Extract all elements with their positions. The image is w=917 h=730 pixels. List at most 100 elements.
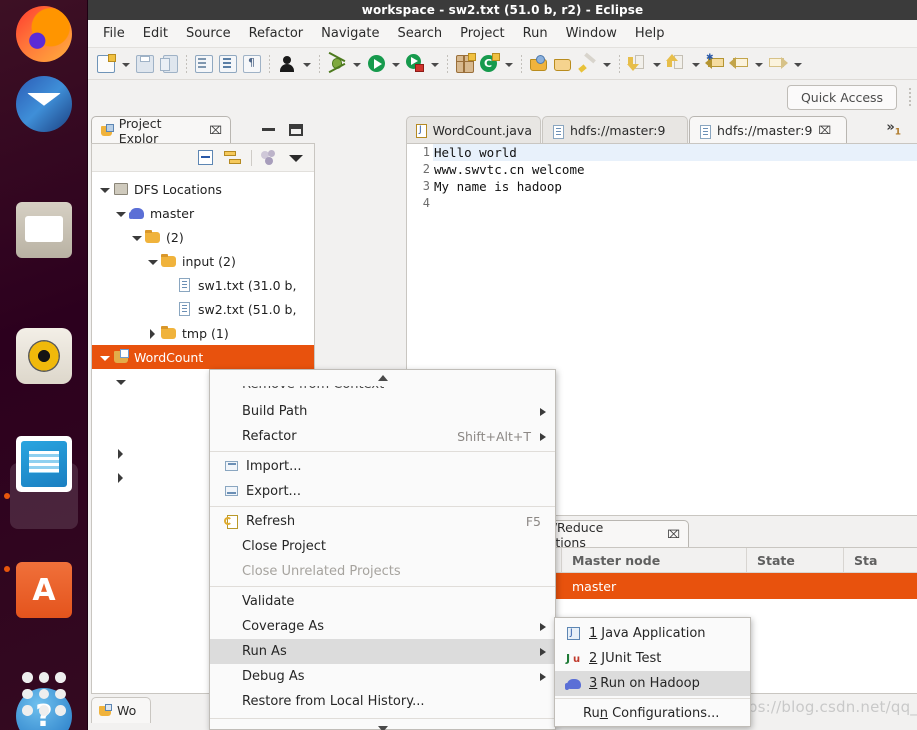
tree-item-sw1-txt[interactable]: sw1.txt (31.0 b, [92,273,314,297]
debug-dropdown-arrow[interactable] [351,54,362,74]
dock-item-ubuntu-software[interactable] [16,562,72,618]
menu-file[interactable]: File [94,23,134,44]
tree-twisty[interactable] [146,255,159,268]
dock-item-libreoffice-writer[interactable] [16,436,72,492]
view-menu-icon[interactable] [286,148,306,168]
next-annotation-icon[interactable] [626,53,648,75]
view-maximize-icon[interactable] [289,124,303,136]
new-wizard-icon[interactable] [95,53,117,75]
column-header-state[interactable]: State [747,548,844,572]
context-menu-item-remove-from-context[interactable]: Remove from Context [210,386,555,399]
open-task-icon[interactable] [217,53,239,75]
tab-hdfs-1[interactable]: hdfs://master:9 [542,116,688,144]
run-dropdown-arrow[interactable] [390,54,401,74]
back-dropdown-arrow[interactable] [753,54,764,74]
dock-item-firefox[interactable] [16,6,72,62]
dock-item-files[interactable] [16,202,72,258]
next-annotation-dropdown-arrow[interactable] [651,54,662,74]
dock-item-rhythmbox[interactable] [16,328,72,384]
context-menu-item-export[interactable]: Export... [210,479,555,504]
save-icon[interactable] [134,53,156,75]
context-menu-item-build-path[interactable]: Build Path [210,399,555,424]
tab-project-explorer[interactable]: Project Explor ⌧ [91,116,231,146]
tab-close-icon[interactable]: ⌧ [209,124,222,137]
tree-item-tmp-folder[interactable]: tmp (1) [92,321,314,345]
run-as-item-run-configurations[interactable]: Run Configurations... [555,701,750,726]
run-as-item-junit-test[interactable]: J u 2 JUnit Test [555,646,750,671]
tab-close-icon[interactable]: ⌧ [667,528,680,541]
context-menu-item-run-as[interactable]: Run As [210,639,555,664]
context-menu-scroll-up[interactable] [210,370,555,386]
search-icon[interactable] [576,52,598,75]
show-applications-grid-icon[interactable] [22,672,66,716]
context-menu-item-import[interactable]: Import... [210,454,555,479]
debug-icon[interactable] [326,51,348,75]
last-edit-location-icon[interactable]: ✱ [704,53,726,75]
open-type-icon[interactable] [528,53,550,75]
tab-wordcount-view[interactable]: Wo [91,697,151,723]
tree-item-input-folder[interactable]: input (2) [92,249,314,273]
menu-window[interactable]: Window [557,23,626,44]
menu-project[interactable]: Project [451,23,513,44]
open-task-repository-icon[interactable] [552,53,574,75]
run-coverage-dropdown-arrow[interactable] [429,54,440,74]
toggle-breadcrumb-icon[interactable] [193,53,215,75]
context-menu-item-restore-from-local-history[interactable]: Restore from Local History... [210,689,555,714]
tree-item-wordcount[interactable]: WordCount [92,345,314,369]
tree-item-root-folder[interactable]: (2) [92,225,314,249]
menu-navigate[interactable]: Navigate [312,23,388,44]
context-menu-item-close-project[interactable]: Close Project [210,534,555,559]
menu-refactor[interactable]: Refactor [240,23,313,44]
run-as-item-run-on-hadoop[interactable]: 3 Run on Hadoop [555,671,750,696]
user-icon[interactable] [276,53,298,75]
tab-overflow-chevron-icon[interactable]: »1 [886,120,901,138]
view-filters-icon[interactable] [259,148,279,168]
tree-twisty[interactable] [98,183,111,196]
tree-twisty[interactable] [98,351,111,364]
forward-icon[interactable] [767,53,789,75]
context-menu-item-refactor[interactable]: Refactor Shift+Alt+T [210,424,555,449]
tab-close-icon[interactable]: ⌧ [818,124,831,137]
user-dropdown-arrow[interactable] [301,54,312,74]
menu-run[interactable]: Run [514,23,557,44]
tree-twisty[interactable] [114,375,127,388]
tree-twisty[interactable] [114,471,127,484]
tree-item-sw2-txt[interactable]: sw2.txt (51.0 b, [92,297,314,321]
previous-annotation-icon[interactable] [665,53,687,75]
column-header-master-node[interactable]: Master node [562,548,747,572]
context-menu-item-coverage-as[interactable]: Coverage As [210,614,555,639]
tab-wordcount-java[interactable]: J WordCount.java [406,116,541,144]
back-icon[interactable] [728,53,750,75]
save-all-icon[interactable] [158,53,180,75]
column-header-status[interactable]: Sta [844,548,917,572]
menu-source[interactable]: Source [177,23,240,44]
context-menu-item-debug-as[interactable]: Debug As [210,664,555,689]
tree-twisty[interactable] [130,231,143,244]
run-coverage-icon[interactable] [404,53,426,75]
tree-twisty[interactable] [146,327,159,340]
link-with-editor-icon[interactable] [223,148,243,168]
menu-help[interactable]: Help [626,23,674,44]
menu-edit[interactable]: Edit [134,23,177,44]
new-class-icon[interactable]: C [478,52,500,75]
new-java-project-icon[interactable] [454,52,476,75]
quick-access-field[interactable]: Quick Access [787,85,897,110]
tab-hdfs-2[interactable]: hdfs://master:9 ⌧ [689,116,847,144]
tree-item-dfs-locations[interactable]: DFS Locations [92,177,314,201]
previous-annotation-dropdown-arrow[interactable] [690,54,701,74]
view-minimize-icon[interactable] [262,128,275,131]
context-menu-item-refresh[interactable]: Refresh F5 [210,509,555,534]
search-dropdown-arrow[interactable] [601,54,612,74]
show-whitespace-icon[interactable]: ¶ [241,53,263,75]
tree-twisty[interactable] [114,447,127,460]
forward-dropdown-arrow[interactable] [792,54,803,74]
new-class-dropdown-arrow[interactable] [503,54,514,74]
menu-search[interactable]: Search [388,23,451,44]
collapse-all-icon[interactable] [196,148,216,168]
context-menu-item-validate[interactable]: Validate [210,589,555,614]
new-wizard-dropdown-arrow[interactable] [120,54,131,74]
tree-item-master[interactable]: master [92,201,314,225]
context-menu-scroll-down[interactable] [210,721,555,730]
dock-item-thunderbird[interactable] [16,76,72,132]
tree-twisty[interactable] [114,207,127,220]
